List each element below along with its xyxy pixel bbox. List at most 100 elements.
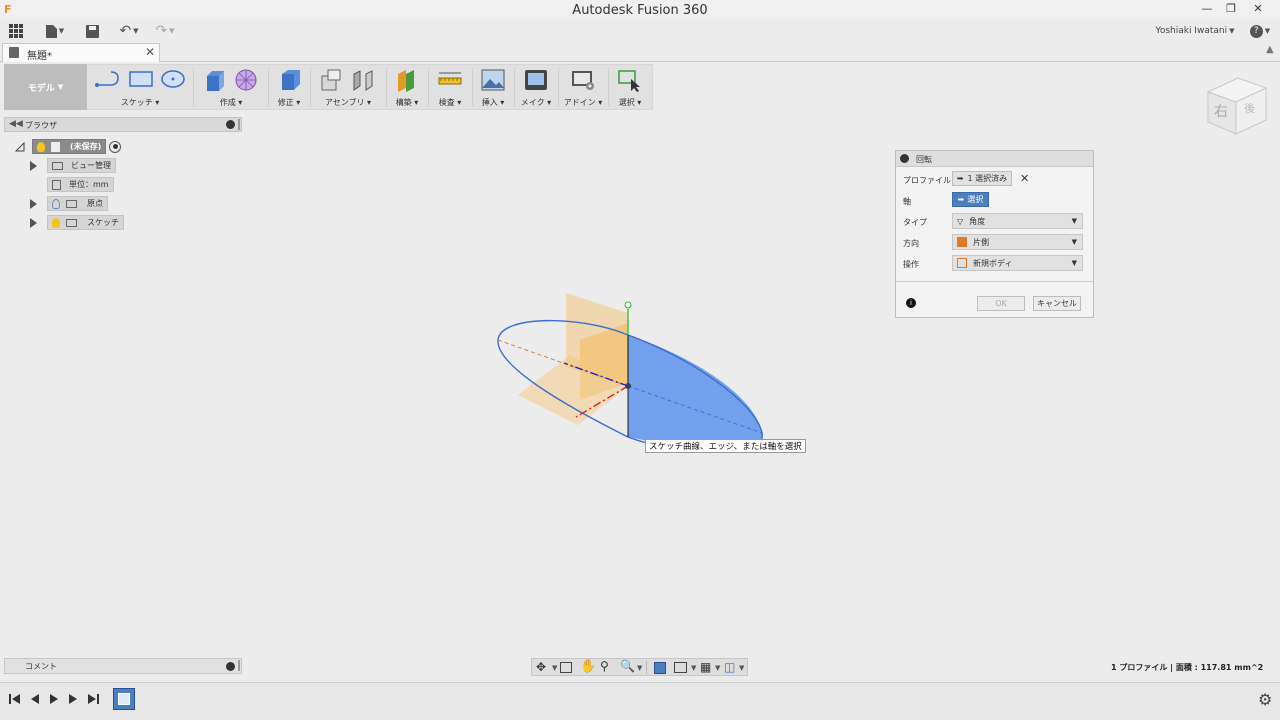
save-button[interactable] — [82, 20, 102, 42]
close-tab-icon[interactable]: ✕ — [145, 45, 155, 59]
offset-plane-icon — [398, 70, 414, 92]
toolbar-group-modify[interactable]: 修正 ▾ — [270, 64, 308, 110]
user-menu[interactable]: Yoshiaki Iwatani ▼ — [1150, 20, 1240, 42]
data-panel-button[interactable] — [6, 20, 26, 42]
type-label: タイプ — [903, 218, 927, 227]
restore-button[interactable]: ❐ — [1220, 2, 1242, 18]
visual-style-icon[interactable] — [674, 662, 687, 673]
new-component-icon — [321, 69, 341, 91]
toolbar-group-create[interactable]: 作成 ▾ — [196, 64, 266, 110]
profile-selection[interactable]: ➥ 1 選択済み — [952, 171, 1012, 186]
display-settings-icon[interactable] — [654, 662, 666, 674]
grid-settings-icon[interactable]: ▦ — [700, 660, 711, 674]
scripts-icon — [572, 71, 594, 90]
timeline — [0, 682, 1280, 720]
dialog-header[interactable]: 回転 — [896, 151, 1093, 167]
circle-icon — [161, 70, 185, 88]
expand-triangle-icon[interactable] — [30, 198, 37, 209]
zoom-icon[interactable]: ⚲ — [600, 659, 609, 673]
go-to-start-icon[interactable] — [8, 692, 22, 706]
cursor-icon: ➥ — [956, 174, 964, 183]
toolbar-group-addins[interactable]: アドイン ▾ — [560, 64, 606, 110]
step-forward-icon[interactable] — [66, 692, 80, 706]
visibility-bulb-off-icon[interactable] — [52, 198, 60, 209]
close-button[interactable]: ✕ — [1247, 2, 1269, 18]
orbit-icon[interactable]: ✥ — [536, 660, 546, 674]
expand-triangle-icon[interactable] — [30, 160, 37, 171]
comments-panel[interactable]: コメント — [4, 658, 242, 674]
save-icon — [85, 24, 99, 38]
grid-icon — [9, 24, 23, 38]
add-comment-icon[interactable] — [226, 662, 235, 671]
toolbar-separator — [386, 68, 387, 106]
toolbar-separator — [514, 68, 515, 106]
operation-dropdown[interactable]: 新規ボディ ▼ — [952, 255, 1083, 271]
expand-triangle-icon[interactable] — [30, 217, 37, 228]
axis-select-button[interactable]: ➥ 選択 — [952, 192, 989, 207]
tree-item-view-management[interactable]: ビュー管理 — [30, 158, 244, 173]
direction-dropdown[interactable]: 片側 ▼ — [952, 234, 1083, 250]
insert-image-icon — [481, 69, 505, 91]
tree-item-origin[interactable]: 原点 — [30, 196, 244, 211]
browser-pin-icon[interactable] — [238, 119, 240, 130]
toolbar-group-select[interactable]: 選択 ▾ — [610, 64, 650, 110]
dialog-divider — [896, 281, 1093, 282]
ok-button[interactable]: OK — [977, 296, 1025, 311]
tree-item-units[interactable]: 単位：mm — [47, 177, 244, 192]
document-tab[interactable]: 無題* ✕ — [2, 43, 160, 62]
redo-button[interactable]: ↷ ▼ — [150, 20, 180, 42]
timeline-sketch-feature[interactable] — [113, 688, 135, 710]
press-pull-icon — [282, 70, 300, 90]
3d-print-icon — [525, 70, 547, 90]
file-menu-button[interactable]: ▼ — [42, 20, 68, 42]
window-title: Autodesk Fusion 360 — [572, 3, 708, 18]
navigation-bar: ✥ ▼ ✋ ⚲ 🔍 ▼ ▼ ▦ ▼ ◫ ▼ — [531, 658, 748, 676]
visibility-bulb-icon[interactable] — [37, 141, 45, 152]
select-icon — [618, 70, 640, 92]
toolbar-group-assemble[interactable]: アセンブリ ▾ — [312, 64, 384, 110]
workspace-switcher[interactable]: モデル ▼ — [4, 64, 87, 110]
look-at-icon[interactable] — [560, 662, 572, 673]
browser-tree: (未保存) ビュー管理 単位：mm 原点 スケッチ — [14, 139, 244, 230]
visibility-bulb-icon[interactable] — [52, 217, 60, 228]
collapse-dialog-icon[interactable] — [900, 154, 909, 163]
comments-pin-icon[interactable] — [238, 660, 240, 671]
revolve-dialog: 回転 プロファイル ➥ 1 選択済み ✕ 軸 ➥ 選択 タイプ ▽ 角度 ▼ 方向 片… — [895, 150, 1094, 318]
collapse-triangle-icon — [14, 141, 25, 151]
toolbar-group-insert[interactable]: 挿入 ▾ — [474, 64, 512, 110]
sketch-profile-selected[interactable] — [628, 335, 763, 453]
tree-root[interactable]: (未保存) — [14, 139, 244, 154]
toolbar-group-inspect[interactable]: 検査 ▾ — [430, 64, 470, 110]
viewports-icon[interactable]: ◫ — [724, 660, 735, 674]
axis-endpoint[interactable] — [624, 301, 632, 309]
timeline-settings-icon[interactable]: ⚙ — [1258, 690, 1272, 709]
minimize-button[interactable]: — — [1196, 2, 1218, 18]
play-icon[interactable] — [47, 692, 61, 706]
cancel-button[interactable]: キャンセル — [1033, 296, 1081, 311]
toolbar-group-construct[interactable]: 構築 ▾ — [388, 64, 426, 110]
tree-item-sketches[interactable]: スケッチ — [30, 215, 244, 230]
collapse-browser-icon[interactable]: ◀◀ — [9, 119, 23, 129]
clear-selection-icon[interactable]: ✕ — [1020, 172, 1029, 185]
step-back-icon[interactable] — [28, 692, 42, 706]
toolbar-separator — [310, 68, 311, 106]
toolbar-group-make[interactable]: メイク ▾ — [516, 64, 556, 110]
collapse-toolbar-icon[interactable]: ▲ — [1266, 44, 1274, 55]
browser-options-icon[interactable] — [226, 120, 235, 129]
toolbar-group-sketch[interactable]: スケッチ ▾ — [90, 64, 190, 110]
viewport-canvas[interactable] — [480, 285, 780, 465]
toolbar-separator — [472, 68, 473, 106]
browser-header[interactable]: ◀◀ ブラウザ — [4, 117, 242, 132]
units-icon — [52, 179, 61, 190]
joint-icon — [353, 70, 373, 91]
viewcube[interactable]: 右 後 — [1200, 70, 1272, 140]
active-radio-icon[interactable] — [109, 140, 122, 153]
origin-point[interactable] — [625, 383, 631, 389]
help-button[interactable]: ? ▼ — [1246, 20, 1274, 42]
undo-button[interactable]: ↶ ▼ — [114, 20, 144, 42]
info-icon[interactable]: i — [906, 298, 916, 308]
type-dropdown[interactable]: ▽ 角度 ▼ — [952, 213, 1083, 229]
fit-icon[interactable]: 🔍 — [620, 659, 635, 673]
pan-icon[interactable]: ✋ — [580, 659, 596, 674]
go-to-end-icon[interactable] — [86, 692, 100, 706]
